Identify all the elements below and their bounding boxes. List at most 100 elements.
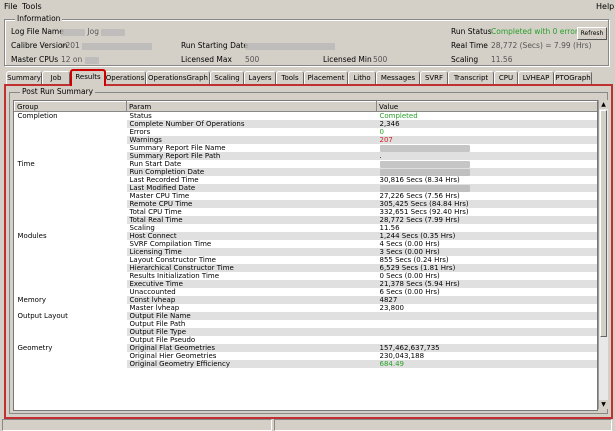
tab-ptograph[interactable]: PTOGraph	[554, 71, 592, 84]
cell-value: 27,226 Secs (7.56 Hrs)	[377, 192, 598, 200]
menu-bar: File Tools Help	[0, 0, 615, 13]
table-row[interactable]: Modules Host Connect 1,244 Secs (0.35 Hrs)	[15, 232, 597, 240]
real-time-label: Real Time	[451, 41, 488, 50]
table-row[interactable]: Output File Type	[15, 328, 597, 336]
table-row[interactable]: Time Run Start Date	[15, 160, 598, 168]
table-row[interactable]: Run Completion Date	[15, 168, 597, 176]
table-row[interactable]: Last Recorded Time 30,816 Secs (8.34 Hrs)	[15, 176, 598, 184]
table-row[interactable]: Master lvheap 23,800	[15, 304, 598, 312]
table-row[interactable]: Original Hier Geometries 230,043,188	[15, 352, 598, 360]
table-row[interactable]: Original Geometry Efficiency 684.49	[15, 360, 597, 368]
table-row[interactable]: Results Initialization Time 0 Secs (0.00 …	[15, 272, 598, 280]
tab-placement[interactable]: Placement	[304, 71, 348, 84]
tab-operationsgraph[interactable]: OperationsGraph	[146, 71, 210, 84]
cell-value-text: Completed	[379, 112, 418, 120]
table-row[interactable]: Warnings 207	[15, 136, 597, 144]
scroll-up-arrow-icon[interactable]: ▲	[599, 100, 608, 109]
cell-value	[377, 336, 598, 344]
cell-group: Modules	[17, 232, 47, 240]
table-row[interactable]: Master CPU Time 27,226 Secs (7.56 Hrs)	[15, 192, 598, 200]
status-segment-right	[274, 419, 612, 431]
table-row[interactable]: Geometry Original Flat Geometries 157,462,…	[15, 344, 597, 352]
tab-results[interactable]: Results	[70, 69, 106, 86]
tab-tools[interactable]: Tools	[276, 71, 304, 84]
cell-param: Remote CPU Time	[126, 200, 377, 208]
cell-group: Output Layout	[17, 312, 68, 320]
cell-group	[15, 176, 127, 184]
column-header-group[interactable]: Group	[14, 101, 127, 112]
cell-param: Output File Pseudo	[129, 336, 196, 344]
log-file-value: Jog	[87, 27, 99, 36]
table-row[interactable]: Hierarchical Constructor Time 6,529 Secs …	[15, 264, 597, 272]
cell-group	[15, 280, 127, 288]
table-row[interactable]: Errors 0	[15, 128, 598, 136]
scrollbar-thumb[interactable]	[600, 110, 607, 337]
cell-value: 157,462,637,735	[376, 344, 597, 352]
table-row[interactable]: Memory Const lvheap 4827	[15, 296, 597, 304]
tab-operations[interactable]: Operations	[104, 71, 146, 84]
cell-group	[15, 328, 127, 336]
table-row[interactable]: Summary Report File Name	[15, 144, 598, 152]
table-row[interactable]: Layout Constructor Time 855 Secs (0.24 Hr…	[15, 256, 598, 264]
table-row[interactable]: Total CPU Time 332,651 Secs (92.40 Hrs)	[15, 208, 598, 216]
cell-group	[15, 184, 127, 192]
column-header-param[interactable]: Param	[126, 101, 377, 112]
tab-cpu[interactable]: CPU	[494, 71, 518, 84]
table-row[interactable]: Total Real Time 28,772 Secs (7.99 Hrs)	[15, 216, 597, 224]
cell-value-text: 11.56	[379, 224, 400, 232]
cell-param: Last Modified Date	[126, 184, 377, 192]
tab-transcript[interactable]: Transcript	[448, 71, 494, 84]
redacted-value	[379, 184, 470, 192]
cell-group	[15, 264, 127, 272]
cell-param: Warnings	[126, 136, 377, 144]
table-row[interactable]: Completion Status Completed	[15, 112, 598, 120]
cell-value-text: 2,346	[379, 120, 400, 128]
cell-value-text: 684.49	[379, 360, 405, 368]
tab-litho[interactable]: Litho	[348, 71, 376, 84]
table-row[interactable]: Last Modified Date	[15, 184, 597, 192]
cell-param: Summary Report File Path	[126, 152, 377, 160]
table-row[interactable]: Complete Number Of Operations 2,346	[15, 120, 597, 128]
cell-param: Unaccounted	[129, 288, 176, 296]
cell-param: Output File Path	[129, 320, 186, 328]
table-row[interactable]: Unaccounted 6 Secs (0.00 Hrs)	[15, 288, 598, 296]
table-row[interactable]: Output File Pseudo	[15, 336, 598, 344]
cell-value-text: 28,772 Secs (7.99 Hrs)	[379, 216, 460, 224]
cell-value-text: 305,425 Secs (84.84 Hrs)	[379, 200, 469, 208]
cell-value: 305,425 Secs (84.84 Hrs)	[376, 200, 597, 208]
cell-value-text: 6,529 Secs (1.81 Hrs)	[379, 264, 456, 272]
cell-param: Run Completion Date	[126, 168, 377, 176]
log-file-redacted	[61, 28, 85, 36]
menu-file[interactable]: File	[4, 2, 17, 11]
table-row[interactable]: Output Layout Output File Name	[15, 312, 597, 320]
post-run-summary-title: Post Run Summary	[20, 87, 96, 96]
cell-group	[15, 336, 127, 344]
table-row[interactable]: Remote CPU Time 305,425 Secs (84.84 Hrs)	[15, 200, 597, 208]
tab-scaling[interactable]: Scaling	[210, 71, 244, 84]
refresh-button[interactable]: Refresh	[577, 27, 607, 40]
table-row[interactable]: Output File Path	[15, 320, 598, 328]
cell-param: Executive Time	[126, 280, 377, 288]
cell-param: Status	[129, 112, 152, 120]
vertical-scrollbar[interactable]: ▲ ▼	[598, 100, 608, 409]
table-row[interactable]: SVRF Compilation Time 4 Secs (0.00 Hrs)	[15, 240, 598, 248]
tab-lvheap[interactable]: LVHEAP	[518, 71, 554, 84]
tab-layers[interactable]: Layers	[244, 71, 276, 84]
tab-summary[interactable]: Summary	[6, 71, 42, 84]
table-row[interactable]: Scaling 11.56	[15, 224, 598, 232]
tab-svrf[interactable]: SVRF	[420, 71, 448, 84]
table-row[interactable]: Summary Report File Path.	[15, 152, 597, 160]
menu-help[interactable]: Help	[596, 2, 614, 11]
cell-param: Run Start Date	[129, 160, 182, 168]
table-row[interactable]: Executive Time 21,378 Secs (5.94 Hrs)	[15, 280, 597, 288]
menu-tools[interactable]: Tools	[22, 2, 42, 11]
scroll-down-arrow-icon[interactable]: ▼	[599, 400, 608, 409]
cell-value	[377, 320, 598, 328]
column-header-value[interactable]: Value	[376, 101, 597, 112]
tab-job[interactable]: Job	[42, 71, 70, 84]
cell-value-text: .	[379, 152, 382, 160]
cell-group	[15, 320, 127, 328]
table-row[interactable]: Licensing Time 3 Secs (0.00 Hrs)	[15, 248, 597, 256]
licensed-max-value: 500	[245, 55, 260, 64]
tab-messages[interactable]: Messages	[376, 71, 420, 84]
